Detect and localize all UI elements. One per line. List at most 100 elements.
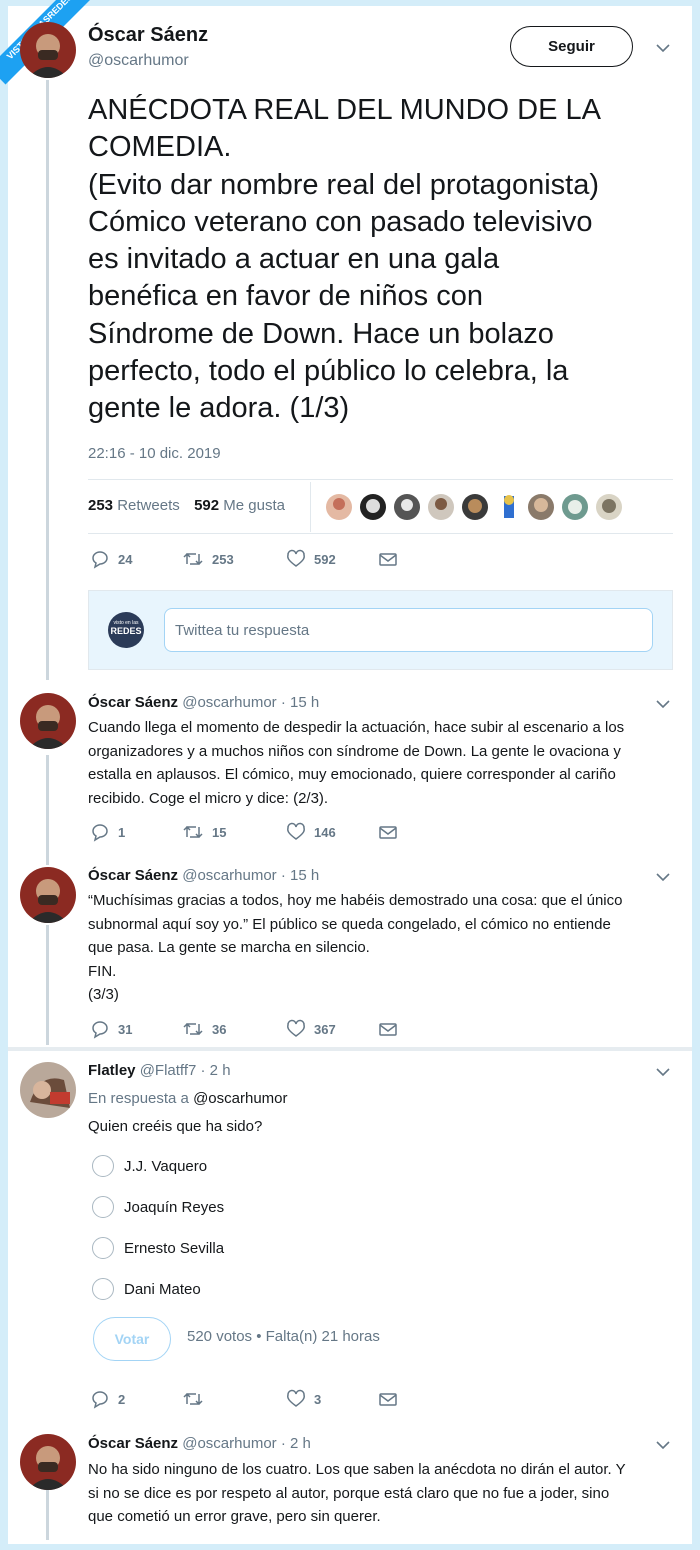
tweet-text-line: Cómico veterano con pasado televisivo: [88, 205, 593, 238]
chevron-down-icon[interactable]: [655, 43, 671, 53]
retweet-icon: [183, 552, 203, 566]
poll-option[interactable]: Joaquín Reyes: [92, 1196, 224, 1218]
author-name[interactable]: Óscar Sáenz: [88, 24, 208, 47]
retweet-button[interactable]: 15: [182, 822, 286, 842]
reply-button[interactable]: 24: [90, 549, 182, 569]
reply-button[interactable]: 1: [90, 822, 182, 842]
retweet-button[interactable]: 36: [182, 1019, 286, 1039]
retweets-label[interactable]: Retweets: [117, 497, 180, 514]
tweet-text-line: COMEDIA.: [88, 131, 232, 164]
reply-text: “Muchísimas gracias a todos, hoy me habé…: [88, 889, 678, 1007]
message-button[interactable]: [378, 549, 398, 569]
poll-meta: 520 votos • Falta(n) 21 horas: [187, 1328, 380, 1345]
liker-avatar[interactable]: [528, 494, 554, 520]
reply-time[interactable]: · 15 h: [281, 867, 319, 884]
chevron-down-icon[interactable]: [655, 1440, 671, 1450]
author-handle[interactable]: @oscarhumor: [182, 694, 276, 711]
reply-time[interactable]: · 2 h: [281, 1435, 311, 1452]
reply-time[interactable]: · 2 h: [201, 1062, 231, 1079]
reply-count: 2: [118, 1391, 126, 1407]
main-tweet-text: ANÉCDOTA REAL DEL MUNDO DE LA COMEDIA. (…: [88, 92, 688, 428]
author-name[interactable]: Óscar Sáenz: [88, 867, 178, 884]
retweet-icon: [183, 825, 203, 839]
follow-button[interactable]: Seguir: [510, 26, 633, 67]
liker-avatar[interactable]: [462, 494, 488, 520]
like-button[interactable]: 3: [286, 1389, 378, 1409]
reply-text: Cuando llega el momento de despedir la a…: [88, 716, 678, 810]
reply-time[interactable]: · 15 h: [281, 694, 319, 711]
poll-option[interactable]: Dani Mateo: [92, 1278, 201, 1300]
radio-button[interactable]: [92, 1237, 114, 1259]
avatar[interactable]: [20, 867, 76, 923]
reply-button[interactable]: 2: [90, 1389, 182, 1409]
liker-avatar[interactable]: [504, 495, 514, 518]
poll-option[interactable]: Ernesto Sevilla: [92, 1237, 224, 1259]
liker-avatar[interactable]: [360, 494, 386, 520]
tweet-text-line: gente le adora. (1/3): [88, 392, 350, 425]
heart-icon: [287, 549, 305, 567]
poll-option-label: Dani Mateo: [124, 1280, 201, 1298]
reply-box-avatar: visto en las REDES: [108, 612, 144, 648]
liker-avatar[interactable]: [326, 494, 352, 520]
message-button[interactable]: [378, 1019, 398, 1039]
reply-text-line: que cometió un error grave, pero sin que…: [88, 1508, 381, 1525]
author-handle[interactable]: @oscarhumor: [88, 52, 189, 70]
retweets-count[interactable]: 253: [88, 497, 113, 514]
reply-icon: [92, 551, 108, 569]
envelope-icon: [379, 553, 397, 566]
in-reply-handle[interactable]: @oscarhumor: [193, 1090, 287, 1107]
avatar[interactable]: [20, 693, 76, 749]
author-name[interactable]: Óscar Sáenz: [88, 694, 178, 711]
chevron-down-icon[interactable]: [655, 699, 671, 709]
reply-placeholder: Twittea tu respuesta: [175, 622, 310, 639]
vote-button[interactable]: Votar: [93, 1317, 171, 1361]
like-button[interactable]: 367: [286, 1019, 378, 1039]
author-name[interactable]: Flatley: [88, 1062, 136, 1079]
reply-button[interactable]: 31: [90, 1019, 182, 1039]
liker-avatar[interactable]: [428, 494, 454, 520]
reply-logo-line2: REDES: [110, 626, 142, 636]
author-handle[interactable]: @oscarhumor: [182, 867, 276, 884]
author-handle[interactable]: @oscarhumor: [182, 1435, 276, 1452]
chevron-down-icon[interactable]: [655, 1067, 671, 1077]
chevron-down-icon[interactable]: [655, 872, 671, 882]
like-button[interactable]: 592: [286, 549, 378, 569]
like-button[interactable]: 146: [286, 822, 378, 842]
message-button[interactable]: [378, 1389, 398, 1409]
tweet-text-line: es invitado a actuar en una gala: [88, 243, 500, 276]
author-handle[interactable]: @Flatff7: [140, 1062, 197, 1079]
message-button[interactable]: [378, 822, 398, 842]
radio-button[interactable]: [92, 1278, 114, 1300]
poll-option-label: Ernesto Sevilla: [124, 1239, 225, 1257]
radio-button[interactable]: [92, 1196, 114, 1218]
reply-icon: [92, 824, 108, 842]
liker-avatar[interactable]: [596, 494, 622, 520]
author-name[interactable]: Óscar Sáenz: [88, 1435, 178, 1452]
likes-label[interactable]: Me gusta: [223, 497, 285, 514]
heart-icon: [287, 822, 305, 840]
poll-option[interactable]: J.J. Vaquero: [92, 1155, 207, 1177]
retweet-count: 36: [212, 1021, 227, 1037]
retweet-button[interactable]: 253: [182, 549, 286, 569]
reply-logo-line1: visto en las: [113, 620, 139, 626]
reply-text: No ha sido ninguno de los cuatro. Los qu…: [88, 1458, 678, 1529]
conversation-separator: [8, 1047, 692, 1051]
likes-count[interactable]: 592: [194, 497, 219, 514]
reply-text-line: recibido. Coge el micro y dice: (2/3).: [88, 789, 329, 807]
like-count: 592: [314, 551, 336, 567]
reply-input[interactable]: Twittea tu respuesta: [164, 608, 653, 652]
liker-avatar[interactable]: [562, 494, 588, 520]
poll-option-label: J.J. Vaquero: [124, 1157, 208, 1175]
retweet-button[interactable]: [182, 1389, 286, 1409]
divider: [88, 533, 673, 534]
divider: [88, 479, 673, 480]
liker-avatar[interactable]: [394, 494, 420, 520]
radio-button[interactable]: [92, 1155, 114, 1177]
avatar[interactable]: [20, 1434, 76, 1490]
timestamp[interactable]: 22:16 - 10 dic. 2019: [88, 445, 221, 462]
avatar[interactable]: [20, 22, 76, 78]
reply-text-line: Cuando llega el momento de despedir la a…: [88, 719, 625, 736]
tweet-text-line: ANÉCDOTA REAL DEL MUNDO DE LA: [88, 94, 601, 126]
thread-line: [46, 80, 49, 680]
avatar[interactable]: [20, 1062, 76, 1118]
